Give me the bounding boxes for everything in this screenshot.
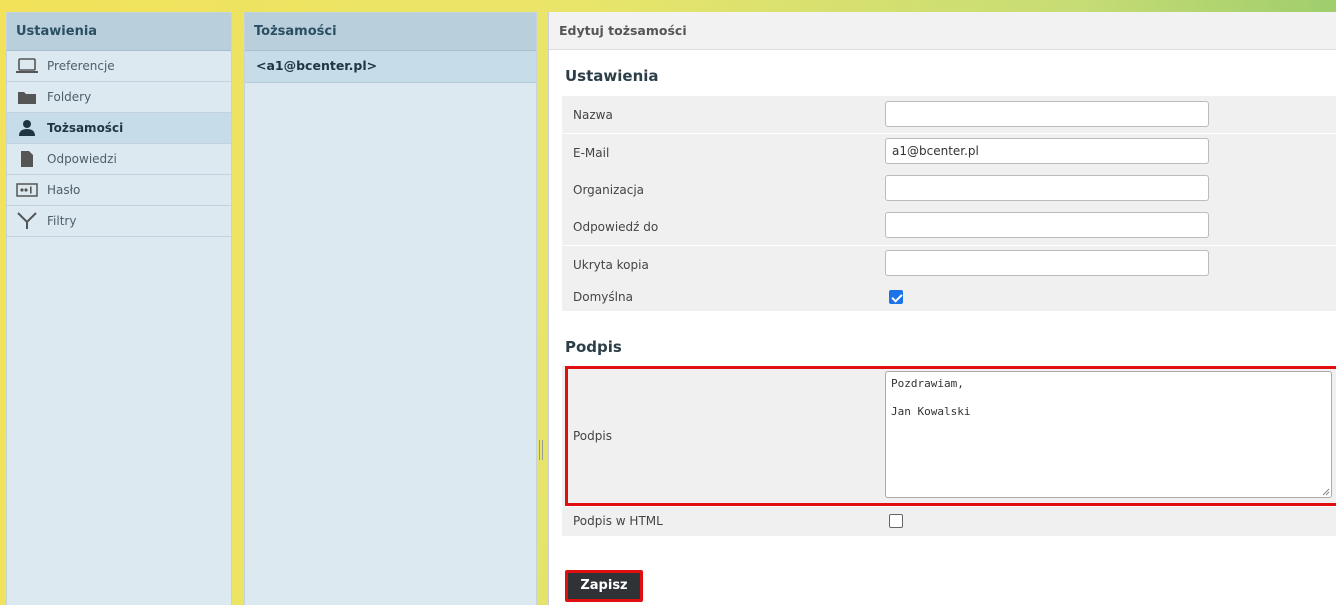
name-field[interactable]: [885, 101, 1209, 127]
sidebar-item-label: Hasło: [47, 183, 81, 197]
default-checkbox[interactable]: [889, 290, 903, 304]
password-icon: [16, 181, 38, 199]
email-label: E-Mail: [573, 146, 610, 160]
default-label: Domyślna: [573, 290, 633, 304]
filter-icon: [16, 212, 38, 230]
user-icon: [16, 119, 38, 137]
bcc-field[interactable]: [885, 250, 1209, 276]
edit-panel-header: Edytuj tożsamości: [549, 12, 1336, 50]
identities-panel: Tożsamości <a1@bcenter.pl>: [244, 12, 537, 605]
sidebar-item-label: Odpowiedzi: [47, 152, 117, 166]
organization-label: Organizacja: [573, 183, 645, 197]
sidebar-item-identities[interactable]: Tożsamości: [7, 113, 231, 144]
identity-list-item[interactable]: <a1@bcenter.pl>: [245, 51, 536, 83]
signature-section-title: Podpis: [565, 338, 622, 356]
bcc-row: Ukryta kopia: [562, 246, 1336, 283]
name-label: Nazwa: [573, 108, 613, 122]
email-field[interactable]: [885, 138, 1209, 164]
reply-to-row: Odpowiedź do: [562, 208, 1336, 245]
sidebar-item-responses[interactable]: Odpowiedzi: [7, 144, 231, 175]
sidebar-item-label: Filtry: [47, 214, 77, 228]
reply-to-label: Odpowiedź do: [573, 220, 659, 234]
sidebar-item-label: Preferencje: [47, 59, 115, 73]
document-icon: [16, 150, 38, 168]
settings-section-title: Ustawienia: [565, 67, 659, 85]
settings-sidebar: Ustawienia Preferencje Foldery Tożsamośc…: [6, 12, 232, 605]
sidebar-item-label: Tożsamości: [47, 121, 124, 135]
reply-to-field[interactable]: [885, 212, 1209, 238]
identities-panel-title: Tożsamości: [245, 13, 536, 51]
signature-textarea[interactable]: Pozdrawiam, Jan Kowalski: [885, 371, 1332, 498]
default-row: Domyślna: [562, 283, 1336, 311]
sidebar-item-filters[interactable]: Filtry: [7, 206, 231, 237]
html-signature-checkbox[interactable]: [889, 514, 903, 528]
html-signature-row: Podpis w HTML: [562, 507, 1336, 536]
name-row: Nazwa: [562, 96, 1336, 133]
sidebar-item-password[interactable]: Hasło: [7, 175, 231, 206]
resize-grip-icon[interactable]: [1322, 488, 1330, 496]
organization-row: Organizacja: [562, 171, 1336, 208]
sidebar-item-label: Foldery: [47, 90, 92, 104]
save-button[interactable]: Zapisz: [565, 570, 643, 602]
organization-field[interactable]: [885, 175, 1209, 201]
sidebar-item-preferences[interactable]: Preferencje: [7, 51, 231, 82]
folder-icon: [16, 88, 38, 106]
laptop-icon: [16, 57, 38, 75]
email-row: E-Mail: [562, 134, 1336, 171]
settings-sidebar-title: Ustawienia: [7, 13, 231, 51]
bcc-label: Ukryta kopia: [573, 258, 649, 272]
sidebar-item-folders[interactable]: Foldery: [7, 82, 231, 113]
html-signature-label: Podpis w HTML: [573, 514, 663, 528]
panel-splitter[interactable]: [539, 440, 545, 460]
